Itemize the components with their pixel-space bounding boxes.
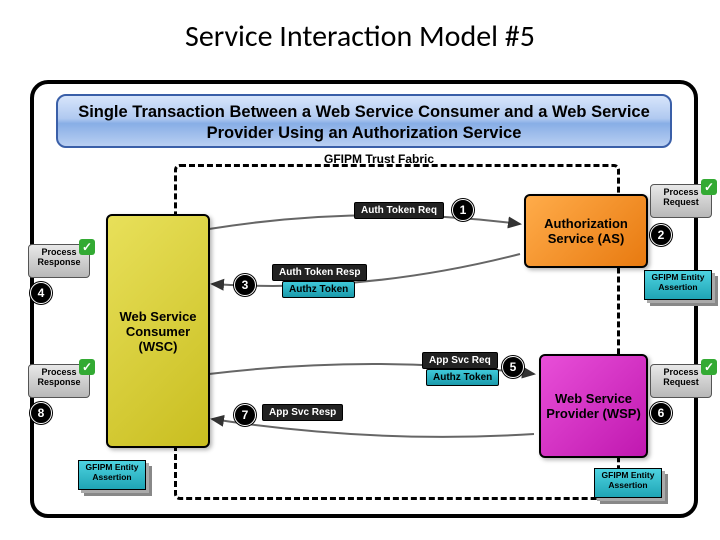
process-request-2: Process Request✓: [650, 184, 712, 218]
trust-fabric-label: GFIPM Trust Fabric: [324, 152, 434, 166]
diagram-frame: Single Transaction Between a Web Service…: [30, 80, 698, 518]
wsc-actor: Web Service Consumer (WSC): [106, 214, 210, 448]
check-icon: ✓: [79, 239, 95, 255]
step-1: 1: [452, 199, 474, 221]
step-4: 4: [30, 282, 52, 304]
banner: Single Transaction Between a Web Service…: [56, 94, 672, 148]
as-actor: Authorization Service (AS): [524, 194, 648, 268]
step-8: 8: [30, 402, 52, 424]
gfipm-assertion-wsp: GFIPM Entity Assertion: [594, 468, 662, 498]
step-2: 2: [650, 224, 672, 246]
process-response-4: Process Response✓: [28, 244, 90, 278]
step-3: 3: [234, 274, 256, 296]
wsp-actor: Web Service Provider (WSP): [539, 354, 648, 458]
check-icon: ✓: [701, 359, 717, 375]
step-6: 6: [650, 402, 672, 424]
process-response-8: Process Response✓: [28, 364, 90, 398]
msg-app-svc-resp: App Svc Resp: [262, 404, 343, 421]
step-7: 7: [234, 404, 256, 426]
check-icon: ✓: [701, 179, 717, 195]
step-5: 5: [502, 356, 524, 378]
msg-authz-token-5: Authz Token: [426, 369, 499, 386]
msg-auth-token-resp: Auth Token Resp: [272, 264, 367, 281]
process-request-6: Process Request✓: [650, 364, 712, 398]
msg-authz-token-3: Authz Token: [282, 281, 355, 298]
slide-title: Service Interaction Model #5: [0, 0, 720, 63]
msg-app-svc-req: App Svc Req: [422, 352, 498, 369]
msg-auth-token-req: Auth Token Req: [354, 202, 444, 219]
gfipm-assertion-as: GFIPM Entity Assertion: [644, 270, 712, 300]
gfipm-assertion-wsc: GFIPM Entity Assertion: [78, 460, 146, 490]
check-icon: ✓: [79, 359, 95, 375]
